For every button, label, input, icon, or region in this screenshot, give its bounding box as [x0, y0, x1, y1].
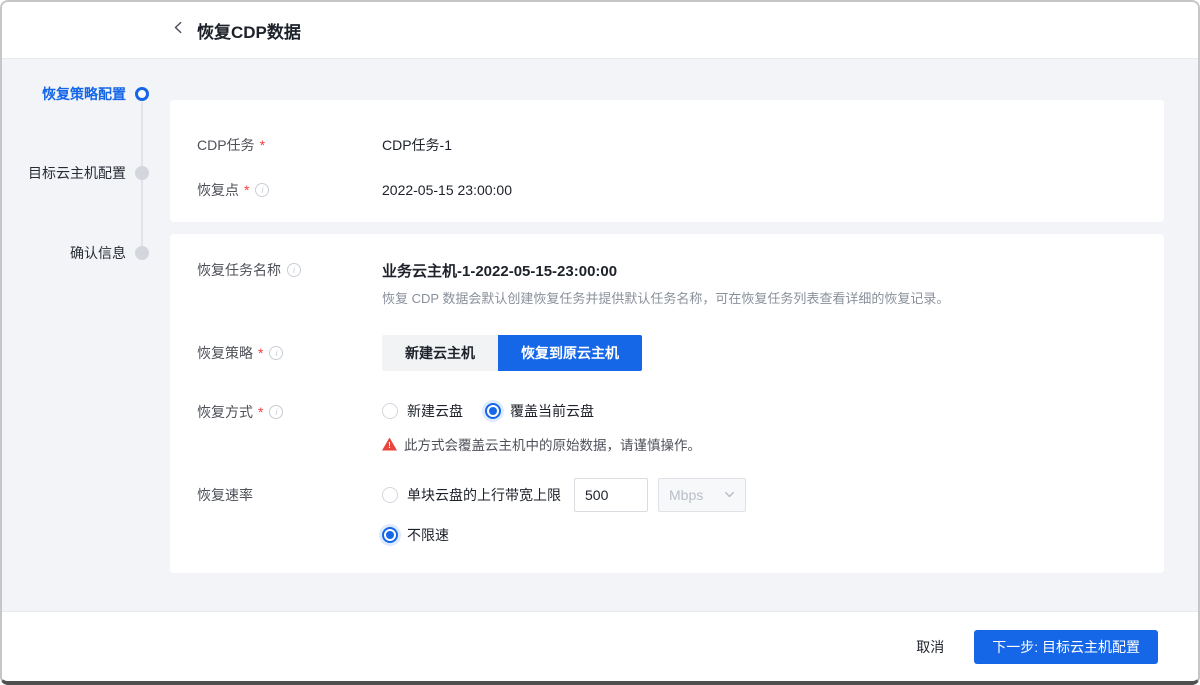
page-title: 恢复CDP数据 [197, 18, 301, 43]
mode-option-label: 新建云盘 [407, 401, 463, 421]
cdp-task-label-group: CDP任务 * [197, 135, 382, 155]
required-asterisk: * [244, 182, 249, 198]
step-active-dot [135, 87, 149, 101]
radio-unselected-icon [382, 487, 398, 503]
step-label: 确认信息 [70, 243, 126, 263]
back-button[interactable] [172, 21, 185, 39]
mode-label-group: 恢复方式 * i [197, 401, 382, 423]
task-name-row: 恢复任务名称 i 业务云主机-1-2022-05-15-23:00:00 恢复 … [197, 260, 1164, 307]
footer-action-bar: 取消 下一步: 目标云主机配置 [2, 611, 1198, 681]
bandwidth-unit-select[interactable]: Mbps [658, 478, 746, 512]
task-name-label: 恢复任务名称 [197, 260, 281, 280]
task-name-label-group: 恢复任务名称 i [197, 260, 382, 280]
info-icon[interactable]: i [255, 183, 269, 197]
page-header: 恢复CDP数据 [2, 2, 1198, 59]
unit-select-value: Mbps [669, 487, 703, 503]
step-pending-dot [135, 166, 149, 180]
overwrite-warning: 此方式会覆盖云主机中的原始数据，请谨慎操作。 [382, 434, 701, 454]
rate-limit-line: 单块云盘的上行带宽上限 Mbps [382, 478, 746, 512]
step-confirm-info[interactable]: 确认信息 [70, 243, 170, 263]
task-name-hint: 恢复 CDP 数据会默认创建恢复任务并提供默认任务名称，可在恢复任务列表查看详细… [382, 288, 949, 307]
info-icon[interactable]: i [269, 346, 283, 360]
rate-label: 恢复速率 [197, 485, 253, 505]
wizard-steps: 恢复策略配置 目标云主机配置 确认信息 [2, 59, 170, 611]
restore-settings-card: 恢复任务名称 i 业务云主机-1-2022-05-15-23:00:00 恢复 … [170, 234, 1164, 573]
mode-radio-group: 新建云盘 覆盖当前云盘 [382, 401, 701, 421]
step-label: 目标云主机配置 [28, 163, 126, 183]
info-icon[interactable]: i [269, 405, 283, 419]
required-asterisk: * [258, 404, 263, 420]
strategy-option-new-host[interactable]: 新建云主机 [382, 335, 498, 371]
step-label: 恢复策略配置 [42, 84, 126, 104]
info-icon[interactable]: i [287, 263, 301, 277]
rate-row: 恢复速率 单块云盘的上行带宽上限 Mbps [197, 478, 1164, 545]
step-restore-strategy[interactable]: 恢复策略配置 [42, 84, 170, 104]
strategy-row: 恢复策略 * i 新建云主机 恢复到原云主机 [197, 335, 1164, 371]
mode-label: 恢复方式 [197, 402, 253, 422]
warning-text: 此方式会覆盖云主机中的原始数据，请谨慎操作。 [404, 434, 701, 454]
radio-selected-icon [382, 527, 398, 543]
step-pending-dot [135, 246, 149, 260]
cdp-task-row: CDP任务 * CDP任务-1 [197, 122, 1164, 167]
warning-triangle-icon [382, 438, 397, 451]
mode-option-overwrite-disk[interactable]: 覆盖当前云盘 [485, 401, 594, 421]
rate-unlimited-line: 不限速 [382, 525, 746, 545]
task-name-value-group: 业务云主机-1-2022-05-15-23:00:00 恢复 CDP 数据会默认… [382, 260, 949, 307]
cdp-task-card: CDP任务 * CDP任务-1 恢复点 * i 2022-05-15 23:00… [170, 100, 1164, 222]
cdp-task-label: CDP任务 [197, 135, 255, 155]
restore-point-row: 恢复点 * i 2022-05-15 23:00:00 [197, 167, 1164, 212]
task-name-value: 业务云主机-1-2022-05-15-23:00:00 [382, 260, 949, 281]
rate-option-label: 不限速 [407, 525, 449, 545]
strategy-segmented-control: 新建云主机 恢复到原云主机 [382, 335, 642, 371]
bandwidth-input[interactable] [574, 478, 648, 512]
chevron-down-icon [724, 487, 735, 503]
restore-cdp-page: 恢复CDP数据 恢复策略配置 目标云主机配置 确认信息 [0, 0, 1200, 685]
strategy-label-group: 恢复策略 * i [197, 335, 382, 371]
strategy-option-original-host[interactable]: 恢复到原云主机 [498, 335, 642, 371]
restore-point-value: 2022-05-15 23:00:00 [382, 182, 512, 198]
radio-unselected-icon [382, 403, 398, 419]
mode-option-new-disk[interactable]: 新建云盘 [382, 401, 463, 421]
rate-label-group: 恢复速率 [197, 478, 382, 512]
cancel-button[interactable]: 取消 [916, 637, 944, 657]
next-step-button[interactable]: 下一步: 目标云主机配置 [974, 630, 1158, 664]
rate-option-bandwidth-limit[interactable]: 单块云盘的上行带宽上限 [382, 485, 561, 505]
required-asterisk: * [260, 137, 265, 153]
step-target-host[interactable]: 目标云主机配置 [28, 163, 170, 183]
chevron-left-icon [172, 21, 185, 39]
cdp-task-value: CDP任务-1 [382, 135, 452, 155]
content-area: CDP任务 * CDP任务-1 恢复点 * i 2022-05-15 23:00… [170, 59, 1198, 611]
rate-option-unlimited[interactable]: 不限速 [382, 525, 746, 545]
mode-control-group: 新建云盘 覆盖当前云盘 此方式会覆盖云主机中的原始数据，请谨慎操作。 [382, 401, 701, 454]
radio-selected-icon [485, 403, 501, 419]
page-body: 恢复策略配置 目标云主机配置 确认信息 CDP任务 * [2, 59, 1198, 611]
mode-row: 恢复方式 * i 新建云盘 覆盖当前云盘 [197, 401, 1164, 454]
required-asterisk: * [258, 345, 263, 361]
mode-option-label: 覆盖当前云盘 [510, 401, 594, 421]
rate-control-group: 单块云盘的上行带宽上限 Mbps [382, 478, 746, 545]
strategy-label: 恢复策略 [197, 343, 253, 363]
restore-point-label-group: 恢复点 * i [197, 180, 382, 200]
restore-point-label: 恢复点 [197, 180, 239, 200]
rate-option-label: 单块云盘的上行带宽上限 [407, 485, 561, 505]
